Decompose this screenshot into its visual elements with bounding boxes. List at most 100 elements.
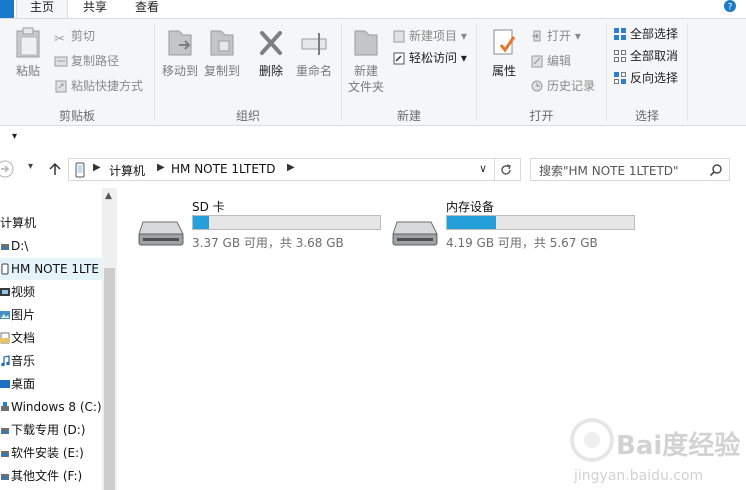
nav-item-other-drive[interactable]: 其他文件 (F:) [0,465,102,487]
recent-locations-chevron-icon[interactable]: ▾ [28,161,33,172]
new-folder-button[interactable]: 新建 文件夹 [346,27,386,95]
watermark-brand: Bai度经验 [616,430,740,461]
select-all-icon [614,28,626,40]
drive-name: SD 卡 [192,200,225,214]
properties-icon [493,29,516,55]
customize-toolbar-chevron-icon[interactable]: ▾ [12,131,17,142]
paste-button[interactable]: 粘贴 [8,27,48,79]
drive-space-info: 3.37 GB 可用，共 3.68 GB [192,236,344,250]
address-row: ▾ ▶ 计算机 ▶ HM NOTE 1LTETD ▶ ∨ 搜索"HM NOTE … [0,152,746,186]
open-label: 打开 [547,29,572,43]
breadcrumb-device[interactable]: HM NOTE 1LTETD [171,162,276,176]
nav-item-label: 图片 [11,308,36,322]
nav-item-music[interactable]: 音乐 [0,350,102,372]
breadcrumb-separator-icon[interactable]: ▶ [287,162,295,173]
video-icon [0,288,10,296]
copy-path-button[interactable]: 复制路径 [54,52,119,70]
rename-button[interactable]: 重命名 [292,27,336,79]
new-folder-label-2: 文件夹 [347,80,384,94]
drive-space-info: 4.19 GB 可用，共 5.67 GB [446,236,598,250]
nav-item-label: 视频 [11,285,36,299]
breadcrumb-separator-icon[interactable]: ▶ [157,162,165,173]
quick-access-toolbar: ▾ [0,127,746,151]
copy-path-label: 复制路径 [71,54,120,68]
select-all-button[interactable]: 全部选择 [613,25,678,43]
ribbon: 粘贴 ✂ 剪切 复制路径 粘贴快捷方式 剪贴板 移动到 复制到 删除 重命名 组… [0,18,746,126]
nav-item-software-drive[interactable]: 软件安装 (E:) [0,442,102,464]
organize-group-label: 组织 [235,109,260,123]
open-group-label: 打开 [529,109,554,123]
removable-drive-icon [392,221,438,246]
tab-view[interactable]: 查看 [124,0,170,18]
nav-item-d-drive[interactable]: D:\ [0,235,102,257]
select-none-button[interactable]: 全部取消 [613,47,678,65]
tab-home[interactable]: 主页 [16,0,68,18]
history-label: 历史记录 [547,79,596,93]
nav-item-label: 音乐 [11,354,36,368]
nav-item-computer[interactable]: 计算机 [0,212,102,234]
invert-selection-icon [614,72,626,84]
edit-button[interactable]: 编辑 [530,52,571,70]
search-input[interactable]: 搜索"HM NOTE 1LTETD" [530,158,730,181]
help-icon[interactable]: ? [722,0,738,14]
drive-usage-bar [446,215,635,230]
file-tab[interactable] [0,0,14,18]
history-icon [531,80,543,92]
forward-arrow-icon[interactable] [0,160,14,178]
move-to-button[interactable]: 移动到 [158,27,202,79]
baidu-jingyan-watermark: Bai度经验 jingyan.baidu.com [570,418,740,484]
breadcrumb-computer[interactable]: 计算机 [109,162,145,179]
nav-item-c-drive[interactable]: Windows 8 (C:) [0,396,102,418]
open-button[interactable]: 打开 ▾ [530,27,581,45]
nav-item-label: 桌面 [11,377,36,391]
pictures-icon [0,311,10,319]
drive-usage-fill [193,216,209,229]
search-icon[interactable] [709,163,723,177]
move-to-icon [168,30,192,56]
address-divider [494,159,495,180]
delete-icon [260,31,282,55]
nav-item-download-drive[interactable]: 下载专用 (D:) [0,419,102,441]
open-icon [532,30,541,42]
nav-item-label: 软件安装 (E:) [11,446,84,460]
svg-text:?: ? [728,3,733,13]
nav-item-pictures[interactable]: 图片 [0,304,102,326]
nav-scrollbar-thumb[interactable] [104,268,115,490]
tab-share[interactable]: 共享 [72,0,118,18]
cut-button[interactable]: ✂ 剪切 [54,27,95,47]
paste-shortcut-icon [55,80,67,93]
nav-item-label: 计算机 [0,216,37,230]
paste-label: 粘贴 [15,64,40,78]
delete-button[interactable]: 删除 [252,27,290,79]
nav-item-videos[interactable]: 视频 [0,281,102,303]
copy-to-icon [210,30,234,56]
new-item-button[interactable]: 新建项目 ▾ [392,27,467,45]
new-item-label: 新建项目 [409,29,458,43]
up-arrow-icon[interactable] [46,160,64,178]
nav-item-desktop[interactable]: 桌面 [0,373,102,395]
copy-to-button[interactable]: 复制到 [200,27,244,79]
nav-item-label: 其他文件 (F:) [11,469,83,483]
scroll-up-arrow-icon[interactable]: ▲ [105,191,112,201]
nav-item-hm-note[interactable]: HM NOTE 1LTE [0,258,102,280]
properties-button[interactable]: 属性 [484,27,524,79]
ribbon-tab-bar: 主页 共享 查看 ? [0,0,746,18]
drive-tile-sd-card[interactable]: SD 卡 3.37 GB 可用，共 3.68 GB [137,196,387,252]
new-item-icon [393,30,405,43]
drive-usage-fill [447,216,496,229]
address-bar[interactable]: ▶ 计算机 ▶ HM NOTE 1LTETD ▶ ∨ [68,158,521,181]
group-divider [687,23,688,121]
desktop-icon [0,380,10,388]
easy-access-button[interactable]: 轻松访问 ▾ [392,49,467,67]
address-history-chevron-icon[interactable]: ∨ [479,162,487,175]
drive-icon [1,428,9,434]
nav-item-documents[interactable]: 文档 [0,327,102,349]
drive-tile-internal-storage[interactable]: 内存设备 4.19 GB 可用，共 5.67 GB [391,196,641,252]
drive-icon [1,451,9,457]
refresh-icon[interactable] [499,163,513,177]
easy-access-icon [393,52,405,65]
delete-label: 删除 [258,64,283,78]
invert-selection-button[interactable]: 反向选择 [613,69,678,87]
paste-shortcut-button[interactable]: 粘贴快捷方式 [54,77,143,95]
history-button[interactable]: 历史记录 [530,77,595,95]
